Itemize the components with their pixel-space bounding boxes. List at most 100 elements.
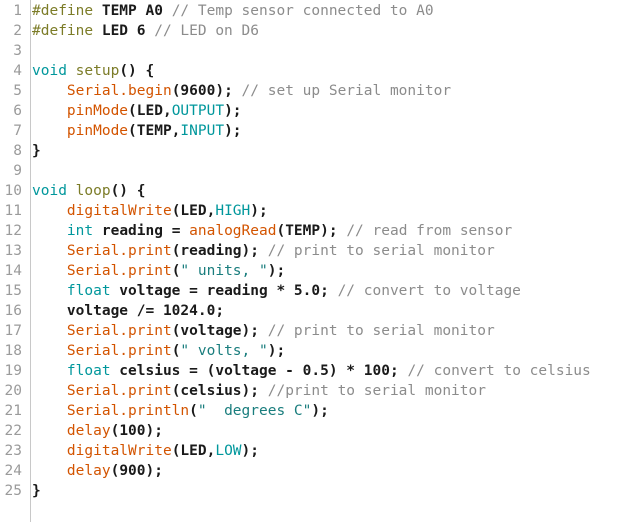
line-number: 4: [0, 61, 22, 81]
token-punc: );: [224, 103, 241, 119]
code-line[interactable]: #define LED 6 // LED on D6: [32, 21, 629, 41]
token-plain: [32, 383, 67, 399]
token-type: float: [67, 363, 111, 379]
token-punc: );: [250, 203, 267, 219]
line-number: 8: [0, 141, 22, 161]
code-line[interactable]: float celsius = (voltage - 0.5) * 100; /…: [32, 361, 629, 381]
token-comment: // print to serial monitor: [268, 323, 495, 339]
code-line[interactable]: delay(900);: [32, 461, 629, 481]
token-builtin: Serial.println: [67, 403, 189, 419]
code-line[interactable]: Serial.print(" units, ");: [32, 261, 629, 281]
token-builtin: pinMode: [67, 103, 128, 119]
token-builtin: delay: [67, 423, 111, 439]
token-comment: // convert to celsius: [407, 363, 590, 379]
line-number: 14: [0, 261, 22, 281]
code-line[interactable]: int reading = analogRead(TEMP); // read …: [32, 221, 629, 241]
token-plain: LED,: [180, 443, 215, 459]
token-plain: LED,: [180, 203, 215, 219]
line-number: 23: [0, 441, 22, 461]
token-plain: [32, 403, 67, 419]
token-plain: [32, 443, 67, 459]
code-editor[interactable]: 1234567891011121314151617181920212223242…: [0, 0, 629, 522]
line-number: 17: [0, 321, 22, 341]
token-plain: [32, 243, 67, 259]
token-num: 900: [119, 463, 145, 479]
code-line[interactable]: digitalWrite(LED,HIGH);: [32, 201, 629, 221]
code-line[interactable]: }: [32, 141, 629, 161]
token-const: LOW: [215, 443, 241, 459]
code-content-area[interactable]: #define TEMP A0 // Temp sensor connected…: [31, 0, 629, 501]
token-comment: // set up Serial monitor: [242, 83, 452, 99]
token-plain: voltage /=: [32, 303, 163, 319]
code-line[interactable]: digitalWrite(LED,LOW);: [32, 441, 629, 461]
token-builtin: Serial.print: [67, 263, 172, 279]
code-line[interactable]: [32, 41, 629, 61]
code-line[interactable]: Serial.print(" volts, ");: [32, 341, 629, 361]
token-plain: [32, 423, 67, 439]
token-punc: );: [146, 423, 163, 439]
token-builtin: digitalWrite: [67, 443, 172, 459]
line-number: 12: [0, 221, 22, 241]
code-line[interactable]: voltage /= 1024.0;: [32, 301, 629, 321]
token-const: HIGH: [215, 203, 250, 219]
code-line[interactable]: delay(100);: [32, 421, 629, 441]
token-punc: () {: [119, 63, 154, 79]
token-builtin: digitalWrite: [67, 203, 172, 219]
line-number: 18: [0, 341, 22, 361]
code-line[interactable]: void loop() {: [32, 181, 629, 201]
token-builtin: delay: [67, 463, 111, 479]
token-builtin: Serial.print: [67, 323, 172, 339]
token-punc: );: [242, 443, 259, 459]
code-line[interactable]: float voltage = reading * 5.0; // conver…: [32, 281, 629, 301]
token-plain: [32, 203, 67, 219]
code-line[interactable]: }: [32, 481, 629, 501]
token-punc: );: [311, 403, 328, 419]
line-number: 16: [0, 301, 22, 321]
token-plain: TEMP: [285, 223, 320, 239]
line-number: 15: [0, 281, 22, 301]
token-punc: }: [32, 143, 41, 159]
token-type: void: [32, 183, 67, 199]
line-number: 20: [0, 381, 22, 401]
code-line[interactable]: pinMode(TEMP,INPUT);: [32, 121, 629, 141]
token-punc: );: [224, 123, 241, 139]
line-number: 21: [0, 401, 22, 421]
token-punc: );: [268, 263, 285, 279]
token-punc: () {: [111, 183, 146, 199]
token-plain: [32, 263, 67, 279]
line-number: 25: [0, 481, 22, 501]
line-number: 13: [0, 241, 22, 261]
code-line[interactable]: Serial.println(" degrees C");: [32, 401, 629, 421]
token-punc: }: [32, 483, 41, 499]
token-num: 9600: [180, 83, 215, 99]
line-number: 10: [0, 181, 22, 201]
code-line[interactable]: #define TEMP A0 // Temp sensor connected…: [32, 1, 629, 21]
code-line[interactable]: Serial.begin(9600); // set up Serial mon…: [32, 81, 629, 101]
token-string: " volts, ": [180, 343, 267, 359]
token-string: " units, ": [180, 263, 267, 279]
token-plain: [32, 83, 67, 99]
code-line[interactable]: void setup() {: [32, 61, 629, 81]
token-plain: TEMP A0: [93, 3, 172, 19]
token-punc: );: [146, 463, 163, 479]
line-number: 7: [0, 121, 22, 141]
code-line[interactable]: [32, 161, 629, 181]
token-func: loop: [76, 183, 111, 199]
token-plain: reading =: [93, 223, 189, 239]
token-plain: ) *: [329, 363, 364, 379]
token-punc: );: [268, 343, 285, 359]
token-plain: celsius = (voltage -: [111, 363, 303, 379]
code-line[interactable]: Serial.print(reading); // print to seria…: [32, 241, 629, 261]
token-punc: );: [242, 243, 268, 259]
token-punc: (: [111, 463, 120, 479]
token-comment: // read from sensor: [346, 223, 512, 239]
token-punc: (: [111, 423, 120, 439]
code-line[interactable]: Serial.print(celsius); //print to serial…: [32, 381, 629, 401]
token-type: float: [67, 283, 111, 299]
code-line[interactable]: Serial.print(voltage); // print to seria…: [32, 321, 629, 341]
token-punc: ;: [320, 283, 337, 299]
token-builtin: analogRead: [189, 223, 276, 239]
token-plain: [32, 363, 67, 379]
token-plain: [32, 103, 67, 119]
code-line[interactable]: pinMode(LED,OUTPUT);: [32, 101, 629, 121]
